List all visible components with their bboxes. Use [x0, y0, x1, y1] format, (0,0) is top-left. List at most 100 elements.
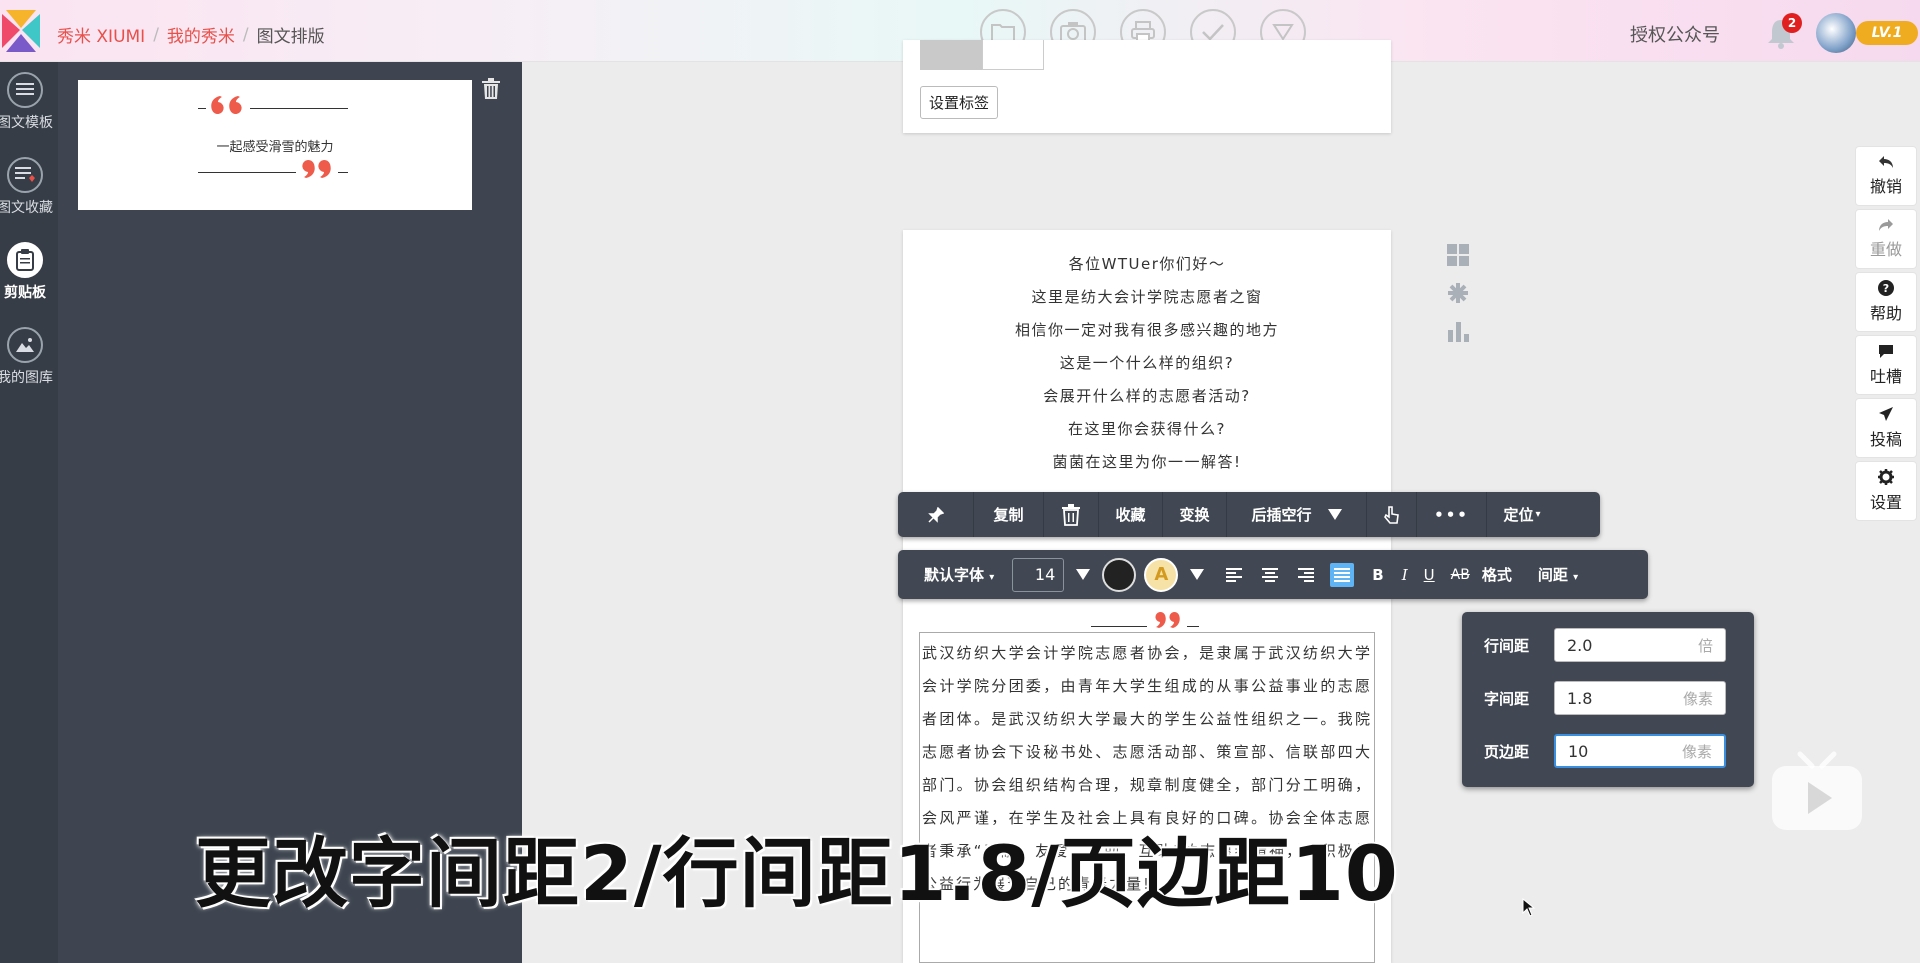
add-line-after-button[interactable]: 后插空行: [1227, 492, 1367, 537]
list-heart-icon: [7, 157, 43, 193]
spacing-dropdown[interactable]: 间距 ▾: [1538, 564, 1578, 585]
breadcrumb-current: 图文排版: [256, 27, 325, 47]
brand-link[interactable]: 秀米 XIUMI: [57, 22, 145, 47]
position-dropdown[interactable]: 定位 ▾: [1487, 492, 1557, 537]
letter-spacing-row: 字间距 1.8 像素: [1484, 681, 1726, 715]
avatar[interactable]: [1816, 13, 1856, 53]
card-tabs: [920, 40, 1045, 70]
undo-button[interactable]: 撤销: [1855, 146, 1917, 206]
trash-icon[interactable]: [482, 78, 500, 100]
undo-icon: [1879, 156, 1893, 168]
line-height-value: 2.0: [1567, 635, 1593, 655]
align-left-icon[interactable]: [1222, 563, 1246, 587]
underline-button[interactable]: U: [1424, 566, 1435, 584]
color-chevron-icon[interactable]: [1190, 569, 1205, 580]
quote-mark-icon: [1091, 612, 1199, 628]
line-height-input[interactable]: 2.0 倍: [1554, 628, 1726, 662]
spacing-popup: 行间距 2.0 倍 字间距 1.8 像素 页边距 10 像素: [1462, 612, 1754, 787]
feedback-button[interactable]: 吐槽: [1855, 335, 1917, 395]
authorize-account-link[interactable]: 授权公众号: [1630, 21, 1720, 47]
pin-icon[interactable]: [898, 492, 974, 537]
sidebar-item-label: 剪贴板: [4, 285, 46, 301]
xiumi-logo[interactable]: [0, 10, 42, 52]
quote-mark-icon: [198, 96, 348, 114]
intro-line[interactable]: 这是一个什么样的组织?: [903, 347, 1391, 380]
caret-icon: ▾: [1573, 572, 1579, 583]
card-tab[interactable]: [920, 40, 982, 70]
copy-button[interactable]: 复制: [974, 492, 1044, 537]
help-button[interactable]: ? 帮助: [1855, 272, 1917, 332]
align-right-icon[interactable]: [1294, 563, 1318, 587]
previous-article-card: 设置标签: [903, 40, 1391, 133]
list-icon: [7, 72, 43, 108]
highlight-color-swatch[interactable]: A: [1144, 557, 1179, 592]
intro-line[interactable]: 相信你一定对我有很多感兴趣的地方: [903, 314, 1391, 347]
set-tag-button[interactable]: 设置标签: [920, 86, 999, 119]
sidebar-item-templates[interactable]: 图文模板: [0, 72, 58, 132]
text-color-swatch[interactable]: [1102, 557, 1137, 592]
svg-text:?: ?: [1883, 282, 1889, 295]
chevron-down-icon: [1327, 509, 1342, 520]
line-height-label: 行间距: [1484, 636, 1530, 655]
breadcrumb-my-xiumi[interactable]: 我的秀米: [167, 22, 235, 47]
align-justify-icon[interactable]: [1330, 562, 1355, 587]
letter-spacing-input[interactable]: 1.8 像素: [1554, 681, 1726, 715]
collect-button[interactable]: 收藏: [1099, 492, 1163, 537]
bold-button[interactable]: B: [1372, 566, 1383, 584]
quote-mark-icon: [198, 160, 348, 178]
sidebar-item-label: 我的图库: [0, 370, 53, 386]
bar-chart-icon[interactable]: [1447, 320, 1469, 342]
page-margin-label: 页边距: [1484, 742, 1530, 761]
format-button[interactable]: 格式: [1482, 564, 1512, 585]
line-height-row: 行间距 2.0 倍: [1484, 628, 1726, 662]
more-button[interactable]: •••: [1417, 492, 1487, 537]
letter-spacing-value: 1.8: [1567, 688, 1593, 708]
intro-line[interactable]: 在这里你会获得什么?: [903, 413, 1391, 446]
image-icon: [7, 327, 43, 363]
video-caption: 更改字间距2/行间距1.8/页边距10: [195, 829, 1399, 918]
card-tab[interactable]: [982, 40, 1044, 70]
redo-button[interactable]: 重做: [1855, 209, 1917, 269]
transform-button[interactable]: 变换: [1163, 492, 1227, 537]
font-family-dropdown[interactable]: 默认字体 ▾: [924, 564, 994, 585]
breadcrumb: 秀米 XIUMI / 我的秀米 / 图文排版: [57, 22, 325, 48]
intro-line[interactable]: 这里是纺大会计学院志愿者之窗: [903, 281, 1391, 314]
clipboard-icon: [7, 242, 43, 278]
page-margin-unit: 像素: [1681, 742, 1712, 761]
page-margin-input[interactable]: 10 像素: [1554, 734, 1726, 768]
font-family-label: 默认字体: [924, 566, 985, 584]
intro-lines: 各位WTUer你们好～ 这里是纺大会计学院志愿者之窗 相信你一定对我有很多感兴趣…: [903, 248, 1391, 479]
asterisk-icon[interactable]: [1447, 282, 1469, 304]
intro-line[interactable]: 各位WTUer你们好～: [903, 248, 1391, 281]
page-margin-row: 页边距 10 像素: [1484, 734, 1726, 768]
sidebar-item-gallery[interactable]: 我的图库: [0, 327, 58, 387]
position-label: 定位: [1503, 506, 1534, 524]
delete-icon[interactable]: [1044, 492, 1099, 537]
submit-button[interactable]: 投稿: [1855, 398, 1917, 458]
sidebar-item-label: 图文模板: [0, 115, 53, 131]
settings-button[interactable]: 设置: [1855, 461, 1917, 521]
intro-line[interactable]: 菌菌在这里为你一一解答!: [903, 446, 1391, 479]
grid-icon[interactable]: [1447, 244, 1469, 266]
comment-icon: [1879, 344, 1893, 358]
sidebar-item-clipboard[interactable]: 剪贴板: [0, 242, 58, 302]
snippet-text: 一起感受滑雪的魅力: [216, 140, 334, 155]
font-size-chevron-icon[interactable]: [1076, 569, 1091, 580]
align-center-icon[interactable]: [1258, 563, 1282, 587]
left-sidebar: 图文模板 图文收藏 剪贴板 我的图库: [0, 62, 58, 963]
card-side-tools: [1447, 244, 1469, 342]
clipboard-snippet[interactable]: 一起感受滑雪的魅力: [78, 80, 472, 210]
sidebar-item-favorites[interactable]: 图文收藏: [0, 157, 58, 217]
italic-button[interactable]: I: [1402, 566, 1408, 584]
mouse-cursor-icon: [1522, 898, 1536, 917]
right-action-column: 撤销 重做 ? 帮助 吐槽 投稿 设置: [1855, 146, 1917, 524]
intro-line[interactable]: 会展开什么样的志愿者活动?: [903, 380, 1391, 413]
strikethrough-button[interactable]: AB: [1451, 567, 1470, 583]
pointer-icon[interactable]: [1367, 492, 1417, 537]
block-toolbar: 复制 收藏 变换 后插空行 ••• 定位 ▾: [898, 492, 1600, 537]
font-size-input[interactable]: 14: [1012, 557, 1065, 592]
video-play-icon[interactable]: [1770, 748, 1864, 832]
level-badge: LV.1: [1856, 21, 1918, 45]
redo-icon: [1879, 219, 1893, 231]
line-height-unit: 倍: [1697, 636, 1713, 655]
